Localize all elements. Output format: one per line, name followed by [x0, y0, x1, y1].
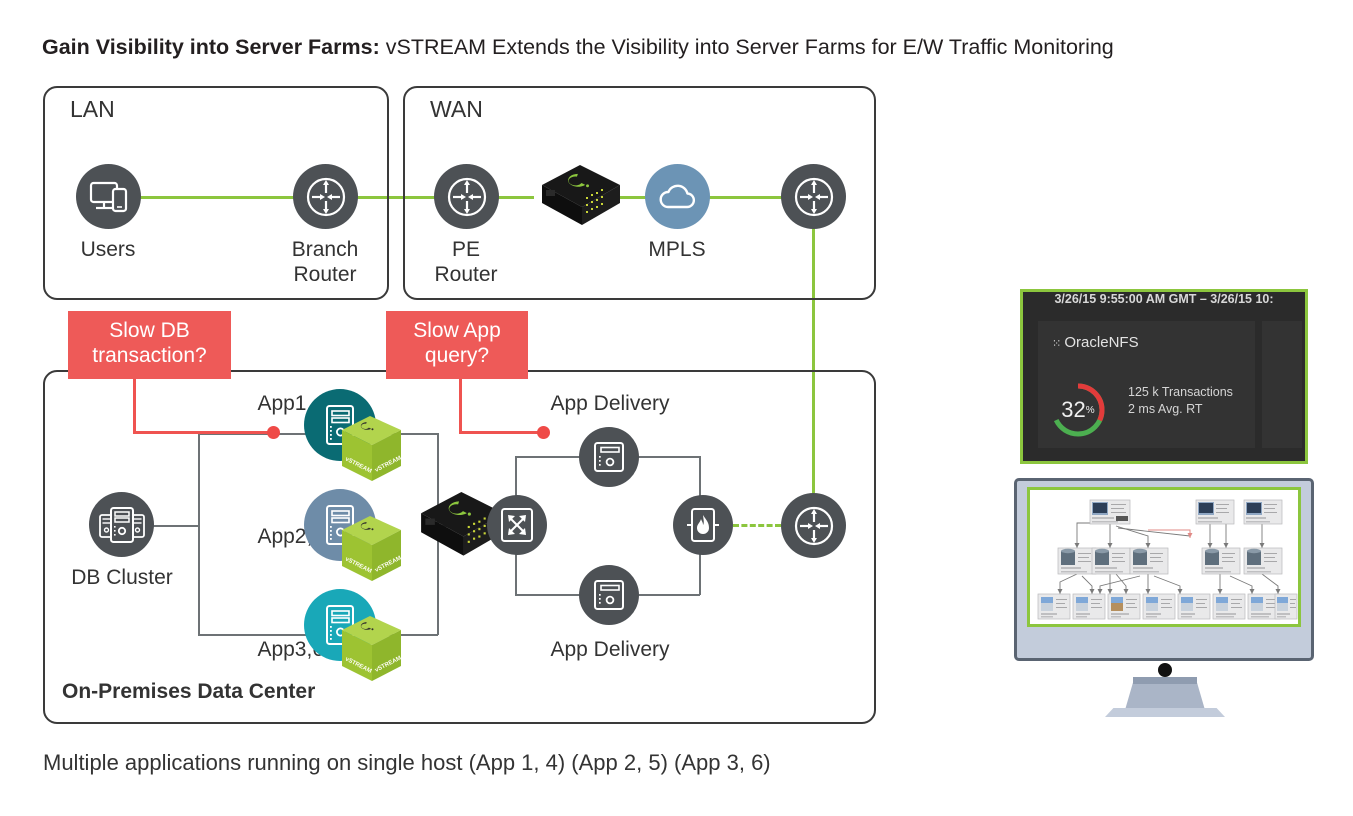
- dashboard-gauge-unit: %: [1085, 404, 1095, 416]
- callout-app-leader-v: [459, 370, 462, 432]
- router-icon: [306, 177, 345, 216]
- users-icon: [89, 181, 127, 212]
- callout-slow-db-line2: transaction?: [92, 344, 207, 367]
- cloud-icon: [659, 184, 695, 208]
- dashboard-gauge-value: 32: [1061, 397, 1086, 422]
- router-icon: [794, 506, 833, 545]
- wan-edge-router-node[interactable]: [781, 164, 846, 229]
- footer-caption: Multiple applications running on single …: [43, 750, 771, 775]
- users-label: Users: [80, 238, 136, 261]
- dashboard-gauge-value-wrap: 32%: [1048, 380, 1108, 440]
- page-title-rest: vSTREAM Extends the Visibility into Serv…: [379, 35, 1114, 59]
- monitor-power-dot: [1158, 663, 1172, 677]
- app-delivery-top-node[interactable]: [579, 427, 639, 487]
- app36-label: App3,6: [257, 638, 324, 661]
- callout-slow-db[interactable]: Slow DB transaction?: [68, 311, 231, 379]
- db-cluster-node[interactable]: [89, 492, 154, 557]
- monitor-stand-base: [1105, 708, 1225, 717]
- branch-router-node[interactable]: [293, 164, 358, 229]
- dashboard-metric-avg-rt: 2 ms Avg. RT: [1128, 402, 1203, 416]
- dc-router-node[interactable]: [781, 493, 846, 558]
- app-grid-icon: ⁙: [1052, 338, 1061, 350]
- dashboard-time-range: 3/26/15 9:55:00 AM GMT – 3/26/15 10:: [1054, 292, 1274, 306]
- database-cluster-icon: [98, 506, 145, 543]
- app-delivery-bottom-label: App Delivery: [550, 638, 670, 661]
- mpls-label: MPLS: [648, 238, 706, 261]
- app-delivery-icon: [594, 442, 624, 472]
- dashboard-metric-transactions: 125 k Transactions: [1128, 385, 1233, 399]
- app-delivery-top-label: App Delivery: [550, 392, 670, 415]
- firewall-node[interactable]: [673, 495, 733, 555]
- monitor-stand-seam: [1133, 677, 1197, 684]
- db-cluster-label: DB Cluster: [71, 566, 173, 589]
- callout-db-endpoint-dot: [267, 426, 280, 439]
- switch-icon: [501, 508, 533, 542]
- datacenter-zone-label: On-Premises Data Center: [62, 680, 316, 703]
- lan-zone-label: LAN: [70, 96, 115, 122]
- topology-map: [1037, 499, 1298, 620]
- pe-router-node[interactable]: [434, 164, 499, 229]
- callout-db-leader-v: [133, 370, 136, 432]
- callout-slow-db-line1: Slow DB: [109, 319, 190, 342]
- dashboard-card-partial[interactable]: [1262, 321, 1302, 448]
- firewall-icon: [687, 508, 719, 542]
- callout-slow-app-line2: query?: [424, 344, 490, 367]
- dashboard-app-name: OracleNFS: [1064, 334, 1139, 351]
- page-title: Gain Visibility into Server Farms: vSTRE…: [42, 33, 1332, 61]
- callout-slow-app[interactable]: Slow App query?: [386, 311, 528, 379]
- app-delivery-bottom-node[interactable]: [579, 565, 639, 625]
- users-node[interactable]: [76, 164, 141, 229]
- monitor-screen-topology[interactable]: [1027, 487, 1301, 627]
- vstream-cube-app14[interactable]: vSTREAM vSTREAM: [339, 414, 405, 486]
- callout-db-leader-h: [133, 431, 273, 434]
- app-farm-left-edge: [198, 433, 200, 635]
- switch-node[interactable]: [487, 495, 547, 555]
- pe-router-label-line1: PE: [451, 238, 480, 261]
- branch-router-label-line1: Branch: [291, 238, 359, 261]
- callout-app-leader-h: [459, 431, 543, 434]
- page-title-bold: Gain Visibility into Server Farms:: [42, 35, 380, 59]
- vstream-cube-app25[interactable]: vSTREAM vSTREAM: [339, 514, 405, 586]
- wan-zone-label: WAN: [430, 96, 483, 122]
- callout-app-endpoint-dot: [537, 426, 550, 439]
- vstream-cube-app36[interactable]: vSTREAM vSTREAM: [339, 614, 405, 686]
- app-delivery-icon: [594, 580, 624, 610]
- router-icon: [794, 177, 833, 216]
- dashboard-app-name-row: ⁙ OracleNFS: [1052, 334, 1139, 351]
- link-firewall-router-dashed: [733, 524, 781, 527]
- mpls-node[interactable]: [645, 164, 710, 229]
- vstream-appliance-wan[interactable]: [524, 163, 624, 233]
- pe-router-label-line2: Router: [434, 263, 498, 286]
- router-icon: [447, 177, 486, 216]
- callout-slow-app-line1: Slow App: [413, 319, 501, 342]
- branch-router-label-line2: Router: [293, 263, 357, 286]
